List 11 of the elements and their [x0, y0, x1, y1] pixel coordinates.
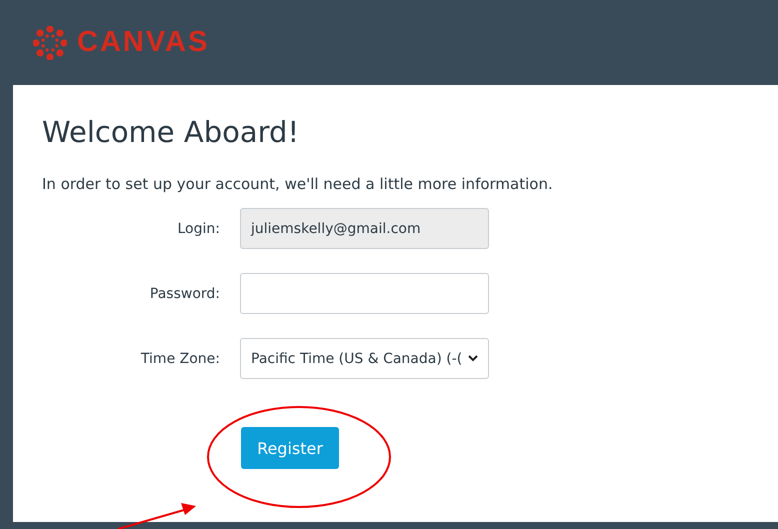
page-heading: Welcome Aboard! — [42, 115, 300, 149]
field-label: Password: — [148, 286, 220, 302]
time-zone-select[interactable]: Pacific Time (US & Canada) (-( — [240, 338, 489, 379]
field-label: Login: — [176, 220, 220, 236]
logo-icon — [33, 26, 67, 60]
brand-name: CANVAS — [77, 26, 210, 59]
intro-text: In order to set up your account, we'll need a little more information. — [42, 175, 554, 193]
password-field[interactable] — [240, 273, 489, 314]
field-label: Time Zone: — [140, 350, 220, 366]
login-field[interactable]: juliemskelly@gmail.com — [240, 208, 489, 249]
chevron-down-icon — [468, 355, 478, 362]
